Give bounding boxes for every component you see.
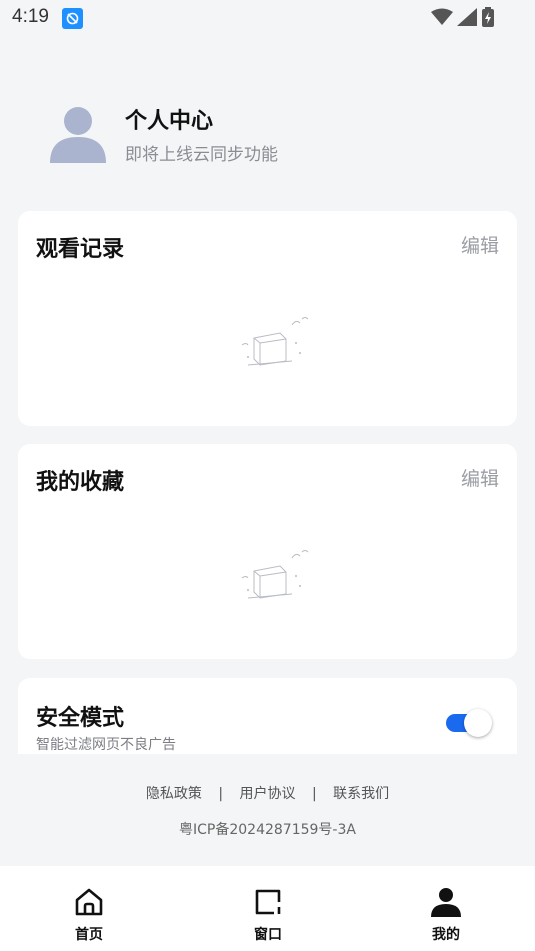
- window-icon: [255, 889, 281, 915]
- signal-icon: [457, 8, 477, 26]
- footer-separator: |: [218, 786, 224, 802]
- wifi-icon: [431, 8, 453, 25]
- safe-mode-title: 安全模式: [36, 706, 125, 731]
- user-agreement-link[interactable]: 用户协议: [240, 786, 296, 802]
- avatar-icon: [50, 107, 106, 163]
- home-icon: [75, 888, 103, 916]
- tab-home-label: 首页: [75, 927, 103, 943]
- status-bar: 4:19: [0, 0, 535, 36]
- favorites-edit-button[interactable]: 编辑: [461, 464, 499, 491]
- status-app-icon: [62, 8, 83, 29]
- favorites-card: 我的收藏 编辑: [18, 444, 517, 659]
- tab-mine-label: 我的: [432, 927, 460, 943]
- safe-mode-subtitle: 智能过滤网页不良广告: [36, 737, 176, 753]
- history-card: 观看记录 编辑: [18, 211, 517, 426]
- favorites-title: 我的收藏: [36, 470, 125, 495]
- tab-home[interactable]: 首页: [49, 886, 129, 944]
- tab-mine[interactable]: 我的: [406, 886, 486, 944]
- toggle-knob: [464, 709, 492, 737]
- contact-us-link[interactable]: 联系我们: [333, 786, 389, 802]
- footer-separator: |: [311, 786, 317, 802]
- safe-mode-card: 安全模式 智能过滤网页不良广告: [18, 678, 517, 754]
- profile-header[interactable]: 个人中心 即将上线云同步功能: [0, 95, 535, 175]
- tab-window-label: 窗口: [254, 927, 282, 943]
- status-time: 4:19: [12, 6, 49, 27]
- profile-title: 个人中心: [125, 109, 214, 134]
- history-title: 观看记录: [36, 237, 125, 262]
- safe-mode-toggle[interactable]: [446, 709, 492, 737]
- person-icon: [431, 888, 461, 917]
- tab-window[interactable]: 窗口: [228, 886, 308, 944]
- privacy-policy-link[interactable]: 隐私政策: [146, 786, 202, 802]
- history-edit-button[interactable]: 编辑: [461, 231, 499, 258]
- empty-box-icon: [241, 317, 309, 366]
- battery-icon: [482, 7, 494, 27]
- status-icons: [431, 7, 495, 27]
- empty-box-icon: [241, 550, 309, 599]
- bottom-tab-bar: 首页 窗口 我的: [0, 866, 535, 951]
- profile-subtitle: 即将上线云同步功能: [125, 145, 278, 165]
- footer-links: 隐私政策 | 用户协议 | 联系我们: [0, 783, 535, 803]
- icp-number: 粤ICP备2024287159号-3A: [179, 822, 356, 838]
